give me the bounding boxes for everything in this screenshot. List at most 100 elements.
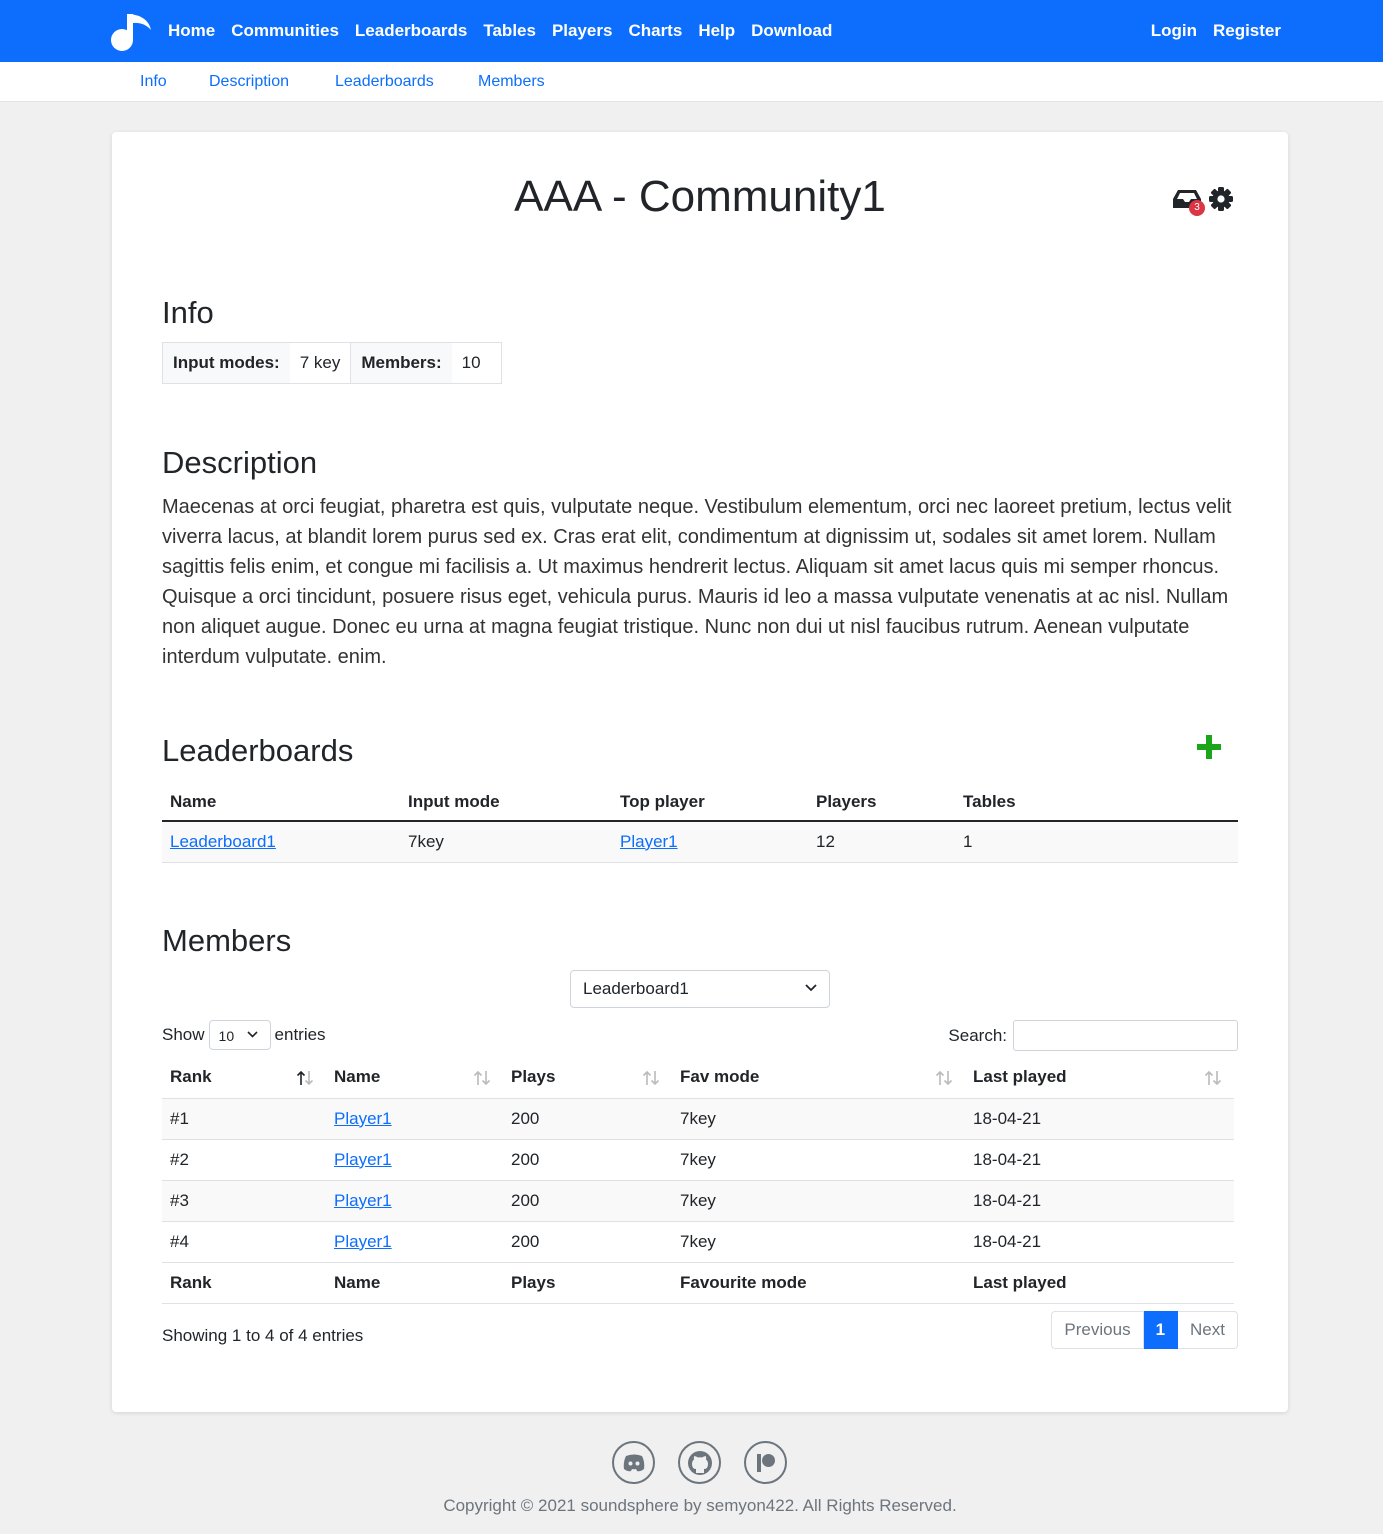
subnav-info[interactable]: Info	[140, 73, 167, 91]
player-link[interactable]: Player1	[334, 1109, 392, 1128]
leaderboard-select-value: Leaderboard1	[583, 979, 689, 998]
plays-cell: 200	[503, 1180, 672, 1222]
pagination: Previous 1 Next	[1051, 1311, 1238, 1349]
last-played-cell: 18-04-21	[965, 1180, 1234, 1222]
social-links	[612, 1441, 810, 1484]
col-fav-mode[interactable]: Fav mode	[672, 1057, 965, 1099]
player-link[interactable]: Player1	[334, 1150, 392, 1169]
nav-leaderboards[interactable]: Leaderboards	[355, 21, 467, 41]
col-fav-mode-label: Fav mode	[680, 1067, 760, 1087]
login-link[interactable]: Login	[1151, 21, 1197, 41]
main-nav: Home Communities Leaderboards Tables Pla…	[168, 0, 848, 62]
next-page-button[interactable]: Next	[1178, 1311, 1238, 1349]
nav-help[interactable]: Help	[698, 21, 735, 41]
plays-cell: 200	[503, 1098, 672, 1140]
top-player-link[interactable]: Player1	[620, 832, 678, 851]
community-card: AAA - Community1 3 Info Input modes: 7 k…	[112, 132, 1288, 1412]
settings-button[interactable]	[1204, 182, 1238, 216]
nav-communities[interactable]: Communities	[231, 21, 339, 41]
player-name-cell: Player1	[326, 1180, 503, 1222]
leaderboards-table: Name Input mode Top player Players Table…	[162, 784, 1238, 863]
leaderboard-link[interactable]: Leaderboard1	[170, 832, 276, 851]
table-row: #4 Player1 200 7key 18-04-21	[162, 1221, 1234, 1263]
chevron-down-icon	[805, 984, 817, 992]
page-1-button[interactable]: 1	[1143, 1311, 1179, 1349]
col-name: Name	[162, 784, 400, 822]
last-played-cell: 18-04-21	[965, 1221, 1234, 1263]
add-leaderboard-icon[interactable]	[1196, 734, 1222, 760]
col-last-played[interactable]: Last played	[965, 1057, 1234, 1099]
members-value: 10	[461, 353, 481, 372]
register-link[interactable]: Register	[1213, 21, 1281, 41]
col-plays[interactable]: Plays	[503, 1057, 672, 1099]
nav-players[interactable]: Players	[552, 21, 613, 41]
col-rank-label: Rank	[170, 1067, 212, 1087]
music-note-logo-icon[interactable]	[108, 10, 154, 52]
patreon-icon	[756, 1453, 775, 1472]
subnav-members[interactable]: Members	[478, 73, 545, 91]
search-input[interactable]	[1013, 1020, 1238, 1051]
discord-icon	[623, 1454, 644, 1471]
col-rank[interactable]: Rank	[162, 1057, 326, 1099]
table-row: #3 Player1 200 7key 18-04-21	[162, 1180, 1234, 1222]
fav-mode-cell: 7key	[672, 1139, 965, 1181]
tables-cell: 1	[955, 821, 1238, 863]
top-navbar: Home Communities Leaderboards Tables Pla…	[0, 0, 1383, 62]
fav-mode-cell: 7key	[672, 1098, 965, 1140]
subnav-description[interactable]: Description	[209, 73, 289, 91]
gear-icon	[1209, 187, 1233, 211]
col-input-mode: Input mode	[400, 784, 612, 822]
fav-mode-cell: 7key	[672, 1180, 965, 1222]
player-link[interactable]: Player1	[334, 1232, 392, 1251]
rank-cell: #4	[162, 1221, 326, 1263]
col-plays-label: Plays	[511, 1067, 556, 1087]
inbox-button[interactable]: 3	[1170, 182, 1205, 216]
rank-cell: #3	[162, 1180, 326, 1222]
table-row: #1 Player1 200 7key 18-04-21	[162, 1098, 1234, 1140]
nav-download[interactable]: Download	[751, 21, 832, 41]
patreon-link[interactable]	[744, 1441, 787, 1484]
nav-tables[interactable]: Tables	[483, 21, 536, 41]
footer-name: Name	[326, 1262, 503, 1304]
page-title: AAA - Community1	[514, 172, 886, 221]
leaderboards-heading: Leaderboards	[162, 733, 354, 768]
sort-icon	[935, 1070, 953, 1086]
chevron-down-icon	[246, 1031, 258, 1038]
page-length-value: 10	[218, 1028, 235, 1044]
player-name-cell: Player1	[326, 1139, 503, 1181]
members-table: Rank Name Plays Fav mode Last played #1 …	[162, 1057, 1234, 1304]
sort-asc-icon	[296, 1070, 314, 1086]
col-top-player: Top player	[612, 784, 808, 822]
fav-mode-cell: 7key	[672, 1221, 965, 1263]
nav-home[interactable]: Home	[168, 21, 215, 41]
table-row: Leaderboard1 7key Player1 12 1	[162, 821, 1238, 863]
leaderboards-header-row: Name Input mode Top player Players Table…	[162, 784, 1238, 822]
subnav-leaderboards[interactable]: Leaderboards	[335, 73, 434, 91]
page-length-select[interactable]: 10	[208, 1020, 271, 1050]
previous-page-button[interactable]: Previous	[1051, 1311, 1144, 1349]
nav-charts[interactable]: Charts	[628, 21, 682, 41]
table-info: Showing 1 to 4 of 4 entries	[162, 1326, 364, 1345]
sort-icon	[473, 1070, 491, 1086]
footer-rank: Rank	[162, 1262, 326, 1304]
player-name-cell: Player1	[326, 1221, 503, 1263]
leaderboard-select[interactable]: Leaderboard1	[570, 970, 830, 1008]
members-footer-row: Rank Name Plays Favourite mode Last play…	[162, 1262, 1234, 1304]
col-tables: Tables	[955, 784, 1238, 822]
players-cell: 12	[808, 821, 955, 863]
discord-link[interactable]	[612, 1441, 655, 1484]
rank-cell: #1	[162, 1098, 326, 1140]
info-heading: Info	[162, 295, 214, 330]
input-modes-label: Input modes:	[163, 343, 290, 383]
leaderboard-name-cell: Leaderboard1	[162, 821, 400, 863]
description-heading: Description	[162, 445, 318, 480]
player-name-cell: Player1	[326, 1098, 503, 1140]
player-link[interactable]: Player1	[334, 1191, 392, 1210]
members-heading: Members	[162, 923, 292, 958]
members-label: Members:	[350, 343, 452, 383]
col-name[interactable]: Name	[326, 1057, 503, 1099]
table-row: #2 Player1 200 7key 18-04-21	[162, 1139, 1234, 1181]
plays-cell: 200	[503, 1139, 672, 1181]
github-link[interactable]	[678, 1441, 721, 1484]
footer-last-played: Last played	[965, 1262, 1234, 1304]
